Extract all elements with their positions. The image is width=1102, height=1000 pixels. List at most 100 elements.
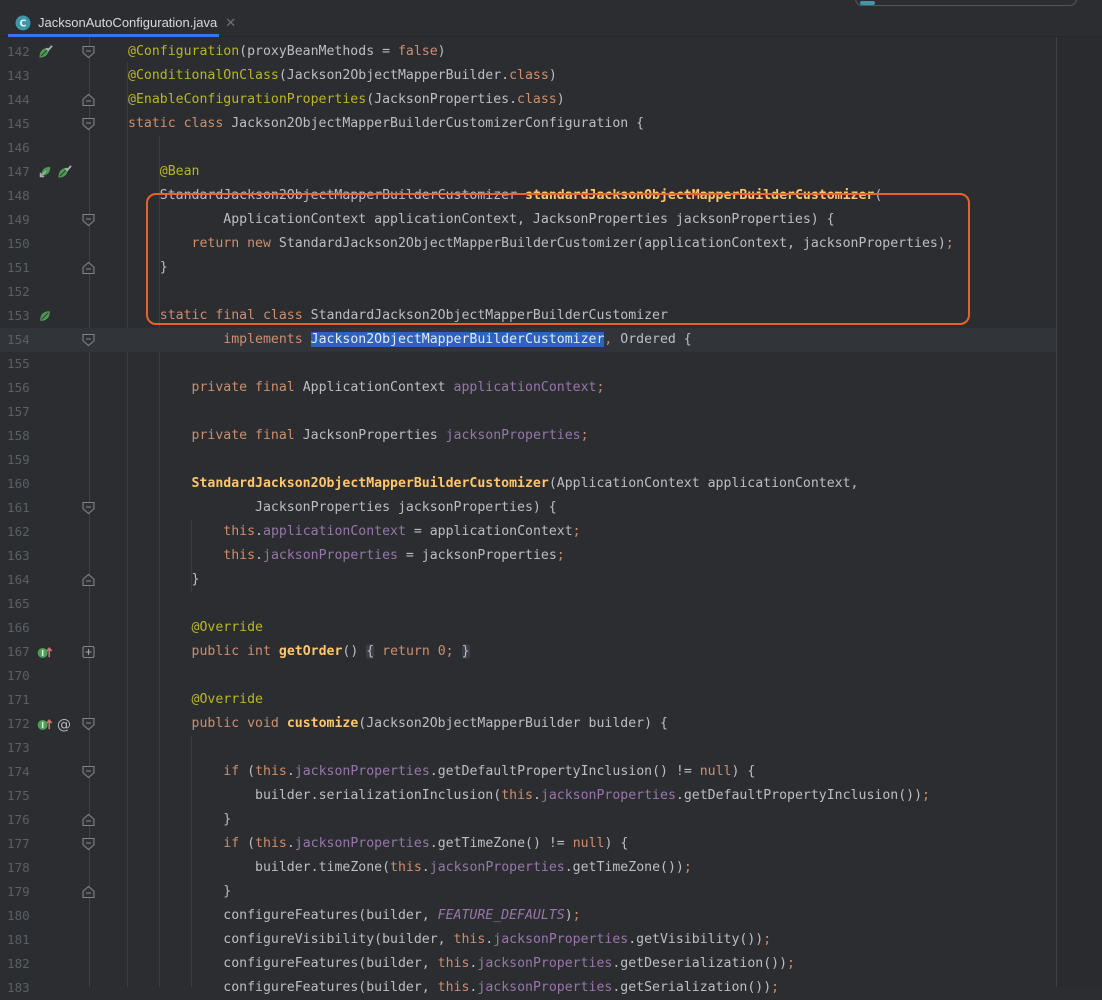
search-field-chip-icon: [860, 1, 875, 5]
code-line[interactable]: 165: [0, 592, 1057, 616]
code-line[interactable]: 173: [0, 736, 1057, 760]
code-token: ;: [581, 428, 589, 443]
code-token: customize: [287, 716, 358, 731]
code-line[interactable]: 161 JacksonProperties jacksonProperties)…: [0, 496, 1057, 520]
implements-up-icon[interactable]: [37, 716, 53, 732]
code-line[interactable]: 178 builder.timeZone(this.jacksonPropert…: [0, 856, 1057, 880]
editor-tab-bar: C JacksonAutoConfiguration.java ✕: [0, 8, 1102, 37]
code-token: ;: [787, 956, 795, 971]
fold-marker-down-icon[interactable]: [81, 116, 96, 132]
line-number: 176: [7, 808, 30, 832]
code-token: StandardJackson2ObjectMapperBuilderCusto…: [192, 476, 549, 491]
code-line[interactable]: 152: [0, 280, 1057, 304]
fold-marker-up-icon[interactable]: [81, 92, 96, 108]
code-token: null: [573, 836, 605, 851]
code-token: (): [342, 644, 366, 659]
fold-marker-down-icon[interactable]: [81, 44, 96, 60]
code-text: JacksonProperties jacksonProperties) {: [128, 496, 557, 520]
fold-marker-up-icon[interactable]: [81, 812, 96, 828]
code-line[interactable]: 182 configureFeatures(builder, this.jack…: [0, 952, 1057, 976]
code-line[interactable]: 160 StandardJackson2ObjectMapperBuilderC…: [0, 472, 1057, 496]
code-token: false: [398, 44, 438, 59]
code-line[interactable]: 174 if (this.jacksonProperties.getDefaul…: [0, 760, 1057, 784]
code-line[interactable]: 153 static final class StandardJackson2O…: [0, 304, 1057, 328]
code-line[interactable]: 154 implements Jackson2ObjectMapperBuild…: [0, 328, 1057, 352]
code-line[interactable]: 156 private final ApplicationContext app…: [0, 376, 1057, 400]
code-token: .: [255, 548, 263, 563]
fold-marker-down-icon[interactable]: [81, 716, 96, 732]
fold-marker-down-icon[interactable]: [81, 764, 96, 780]
code-editor[interactable]: 142@Configuration(proxyBeanMethods = fal…: [0, 37, 1102, 987]
code-token: .getVisibility()): [628, 932, 763, 947]
code-line[interactable]: 175 builder.serializationInclusion(this.…: [0, 784, 1057, 808]
code-token: JacksonProperties jacksonProperties) {: [255, 500, 557, 515]
code-token: .: [287, 836, 295, 851]
code-token: private final: [192, 380, 303, 395]
code-line[interactable]: 177 if (this.jacksonProperties.getTimeZo…: [0, 832, 1057, 856]
code-line[interactable]: 172@ public void customize(Jackson2Objec…: [0, 712, 1057, 736]
code-line[interactable]: 166 @Override: [0, 616, 1057, 640]
code-line[interactable]: 145static class Jackson2ObjectMapperBuil…: [0, 112, 1057, 136]
implements-up-icon[interactable]: [37, 644, 53, 660]
code-line[interactable]: 157: [0, 400, 1057, 424]
spring-leaf-check-icon[interactable]: [37, 44, 53, 60]
code-line[interactable]: 143@ConditionalOnClass(Jackson2ObjectMap…: [0, 64, 1057, 88]
code-line[interactable]: 147 @Bean: [0, 160, 1057, 184]
fold-marker-down-icon[interactable]: [81, 212, 96, 228]
spring-leaf-icon[interactable]: [37, 308, 53, 324]
fold-marker-down-icon[interactable]: [81, 836, 96, 852]
fold-marker-up-icon[interactable]: [81, 572, 96, 588]
code-line[interactable]: 176 }: [0, 808, 1057, 832]
code-line[interactable]: 181 configureVisibility(builder, this.ja…: [0, 928, 1057, 952]
fold-marker-down-icon[interactable]: [81, 500, 96, 516]
code-token: if: [223, 764, 247, 779]
code-line[interactable]: 151 }: [0, 256, 1057, 280]
code-token: .getDefaultPropertyInclusion() !=: [430, 764, 700, 779]
fold-marker-up-icon[interactable]: [81, 260, 96, 276]
code-token: .: [422, 860, 430, 875]
spring-bean-arrow-icon[interactable]: [37, 164, 53, 180]
code-line[interactable]: 148 StandardJackson2ObjectMapperBuilderC…: [0, 184, 1057, 208]
code-line[interactable]: 158 private final JacksonProperties jack…: [0, 424, 1057, 448]
tab-label: JacksonAutoConfiguration.java: [38, 15, 217, 30]
code-line[interactable]: 155: [0, 352, 1057, 376]
error-stripe-gutter[interactable]: [1057, 37, 1102, 987]
code-line[interactable]: 149 ApplicationContext applicationContex…: [0, 208, 1057, 232]
code-line[interactable]: 167 public int getOrder() { return 0; }: [0, 640, 1057, 664]
code-line[interactable]: 170: [0, 664, 1057, 688]
code-line[interactable]: 159: [0, 448, 1057, 472]
code-line[interactable]: 183 configureFeatures(builder, this.jack…: [0, 976, 1057, 1000]
tab-jackson-auto-configuration[interactable]: C JacksonAutoConfiguration.java ✕: [8, 8, 219, 37]
at-symbol-icon[interactable]: @: [56, 716, 72, 732]
code-line[interactable]: 163 this.jacksonProperties = jacksonProp…: [0, 544, 1057, 568]
line-number: 142: [7, 40, 30, 64]
search-field-fragment[interactable]: [855, 0, 1077, 6]
fold-marker-up-icon[interactable]: [81, 884, 96, 900]
spring-leaf-check-icon[interactable]: [56, 164, 72, 180]
code-line[interactable]: 162 this.applicationContext = applicatio…: [0, 520, 1057, 544]
code-line[interactable]: 164 }: [0, 568, 1057, 592]
fold-marker-down-icon[interactable]: [81, 332, 96, 348]
code-line[interactable]: 180 configureFeatures(builder, FEATURE_D…: [0, 904, 1057, 928]
code-token: this: [255, 836, 287, 851]
code-token: StandardJackson2ObjectMapperBuilderCusto…: [311, 308, 668, 323]
code-line[interactable]: 146: [0, 136, 1057, 160]
code-token: applicationContext: [454, 380, 597, 395]
code-token: .: [287, 764, 295, 779]
code-token: jacksonProperties: [295, 836, 430, 851]
line-number: 183: [7, 976, 30, 1000]
svg-text:@: @: [57, 717, 71, 732]
tab-close-icon[interactable]: ✕: [225, 16, 236, 29]
code-line[interactable]: 171 @Override: [0, 688, 1057, 712]
code-token: @Override: [192, 620, 263, 635]
code-line[interactable]: 142@Configuration(proxyBeanMethods = fal…: [0, 40, 1057, 64]
code-line[interactable]: 144@EnableConfigurationProperties(Jackso…: [0, 88, 1057, 112]
code-token: jacksonProperties: [477, 956, 612, 971]
code-token: = applicationContext: [406, 524, 573, 539]
fold-marker-plus-icon[interactable]: [81, 644, 96, 660]
line-number: 164: [7, 568, 30, 592]
code-token: ): [557, 92, 565, 107]
code-token: .getDefaultPropertyInclusion()): [676, 788, 922, 803]
code-line[interactable]: 179 }: [0, 880, 1057, 904]
code-line[interactable]: 150 return new StandardJackson2ObjectMap…: [0, 232, 1057, 256]
